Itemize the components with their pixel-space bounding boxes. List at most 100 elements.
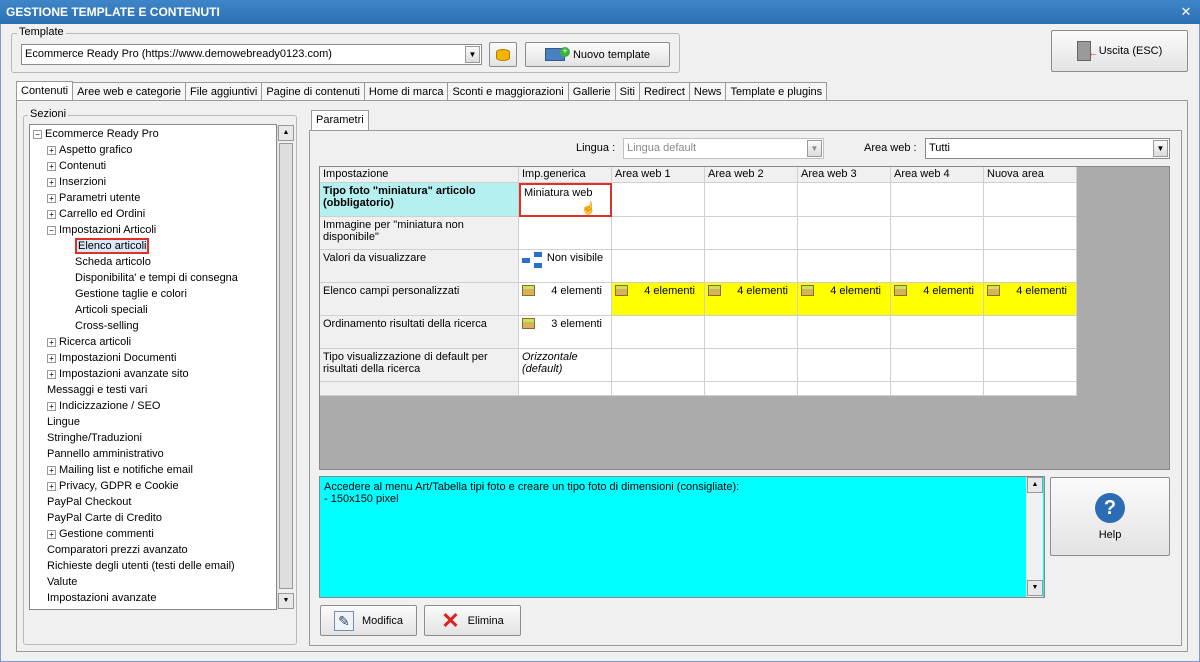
area-cell[interactable]: [984, 250, 1077, 283]
tree-item[interactable]: + Indicizzazione / SEO: [47, 398, 161, 414]
chevron-down-icon[interactable]: ▼: [465, 46, 480, 63]
generic-cell[interactable]: 3 elementi: [519, 316, 612, 349]
tree-item[interactable]: + Inserzioni: [47, 174, 106, 190]
tab-10[interactable]: Template e plugins: [725, 82, 828, 101]
area-cell[interactable]: [891, 217, 984, 250]
area-cell[interactable]: [984, 183, 1077, 217]
area-cell[interactable]: [891, 316, 984, 349]
tree-item[interactable]: Cross-selling: [75, 318, 139, 334]
open-template-button[interactable]: [489, 42, 517, 67]
area-cell[interactable]: [705, 250, 798, 283]
tree-item[interactable]: + Ricerca articoli: [47, 334, 131, 350]
area-cell[interactable]: [984, 316, 1077, 349]
area-cell[interactable]: [705, 183, 798, 217]
area-cell[interactable]: [891, 349, 984, 382]
area-cell[interactable]: [705, 217, 798, 250]
hint-scrollbar[interactable]: ▲ ▼: [1026, 477, 1043, 597]
close-icon[interactable]: ✕: [1178, 4, 1194, 20]
generic-cell[interactable]: Orizzontale (default): [519, 349, 612, 382]
tree-item[interactable]: Richieste degli utenti (testi delle emai…: [47, 558, 235, 574]
scroll-down-icon[interactable]: ▼: [278, 593, 294, 609]
area-cell[interactable]: [612, 349, 705, 382]
column-header[interactable]: Nuova area: [984, 167, 1077, 183]
tree-item[interactable]: Impostazioni avanzate: [47, 590, 156, 606]
expand-icon[interactable]: +: [47, 465, 56, 475]
area-cell[interactable]: 4 elementi: [891, 283, 984, 316]
expand-icon[interactable]: +: [47, 337, 56, 347]
tree-scrollbar[interactable]: ▲ ▼: [277, 125, 294, 610]
tab-5[interactable]: Sconti e maggiorazioni: [447, 82, 569, 101]
tab-6[interactable]: Gallerie: [567, 82, 616, 101]
tree-item[interactable]: + Contenuti: [47, 158, 106, 174]
expand-icon[interactable]: +: [47, 353, 56, 363]
tab-3[interactable]: Pagine di contenuti: [261, 82, 365, 101]
expand-icon[interactable]: +: [47, 369, 56, 379]
tab-9[interactable]: News: [688, 82, 727, 101]
area-cell[interactable]: [798, 250, 891, 283]
tree-item[interactable]: PayPal Checkout: [47, 494, 131, 510]
delete-button[interactable]: ✕ Elimina: [424, 605, 521, 636]
tree-item[interactable]: − Impostazioni Articoli: [47, 222, 156, 238]
tree-item[interactable]: Lingue: [47, 414, 80, 430]
tab-parametri[interactable]: Parametri: [311, 110, 369, 130]
area-cell[interactable]: [798, 316, 891, 349]
column-header[interactable]: Area web 4: [891, 167, 984, 183]
tree-item[interactable]: Scheda articolo: [75, 254, 151, 270]
generic-cell[interactable]: 4 elementi: [519, 283, 612, 316]
scroll-up-icon[interactable]: ▲: [1027, 477, 1043, 493]
area-cell[interactable]: [612, 217, 705, 250]
expand-icon[interactable]: +: [47, 209, 56, 219]
scroll-thumb[interactable]: [279, 143, 293, 589]
area-cell[interactable]: 4 elementi: [984, 283, 1077, 316]
area-cell[interactable]: [705, 316, 798, 349]
tree-item[interactable]: − Ecommerce Ready Pro: [33, 126, 159, 142]
tree-item[interactable]: Stringhe/Traduzioni: [47, 430, 142, 446]
tab-4[interactable]: Home di marca: [363, 82, 449, 101]
column-header[interactable]: Impostazione: [320, 167, 519, 183]
area-cell[interactable]: [798, 349, 891, 382]
tree-item[interactable]: Disponibilita' e tempi di consegna: [75, 270, 238, 286]
area-cell[interactable]: [984, 349, 1077, 382]
collapse-icon[interactable]: −: [47, 225, 56, 235]
tree-item[interactable]: PayPal Carte di Credito: [47, 510, 162, 526]
tree-item[interactable]: + Parametri utente: [47, 190, 140, 206]
tree-item[interactable]: + Mailing list e notifiche email: [47, 462, 193, 478]
area-web-select[interactable]: Tutti ▼: [925, 138, 1170, 159]
help-text-box[interactable]: Accedere al menu Art/Tabella tipi foto e…: [319, 476, 1045, 598]
area-cell[interactable]: [798, 217, 891, 250]
tab-0[interactable]: Contenuti: [16, 81, 74, 101]
tree-item[interactable]: + Aspetto grafico: [47, 142, 132, 158]
tree-item[interactable]: Valute: [47, 574, 77, 590]
tree-item[interactable]: Gestione taglie e colori: [75, 286, 187, 302]
tree-item[interactable]: + Impostazioni Documenti: [47, 350, 176, 366]
area-cell[interactable]: [984, 217, 1077, 250]
area-cell[interactable]: 4 elementi: [612, 283, 705, 316]
exit-button[interactable]: ← Uscita (ESC): [1051, 30, 1188, 72]
area-cell[interactable]: [612, 183, 705, 217]
area-cell[interactable]: 4 elementi: [705, 283, 798, 316]
generic-cell[interactable]: Miniatura web ☝: [519, 183, 612, 217]
area-cell[interactable]: [891, 183, 984, 217]
edit-button[interactable]: ✎ Modifica: [320, 605, 417, 636]
expand-icon[interactable]: +: [47, 145, 56, 155]
expand-icon[interactable]: +: [47, 161, 56, 171]
new-template-button[interactable]: + Nuovo template: [525, 42, 670, 67]
area-cell[interactable]: [612, 250, 705, 283]
tree-item[interactable]: Articoli speciali: [75, 302, 148, 318]
generic-cell[interactable]: [519, 217, 612, 250]
expand-icon[interactable]: +: [47, 401, 56, 411]
tree-item[interactable]: Elenco articoli: [75, 238, 150, 254]
area-cell[interactable]: 4 elementi: [798, 283, 891, 316]
expand-icon[interactable]: +: [47, 481, 56, 491]
tree-item[interactable]: + Carrello ed Ordini: [47, 206, 145, 222]
column-header[interactable]: Imp.generica: [519, 167, 612, 183]
column-header[interactable]: Area web 3: [798, 167, 891, 183]
template-select[interactable]: Ecommerce Ready Pro (https://www.demoweb…: [21, 44, 482, 65]
tree-item[interactable]: + Gestione commenti: [47, 526, 154, 542]
tree-item[interactable]: Pannello amministrativo: [47, 446, 164, 462]
tree-item[interactable]: + Impostazioni avanzate sito: [47, 366, 189, 382]
tab-2[interactable]: File aggiuntivi: [185, 82, 263, 101]
scroll-down-icon[interactable]: ▼: [1027, 580, 1043, 596]
tree-item[interactable]: + Privacy, GDPR e Cookie: [47, 478, 179, 494]
expand-icon[interactable]: +: [47, 193, 56, 203]
